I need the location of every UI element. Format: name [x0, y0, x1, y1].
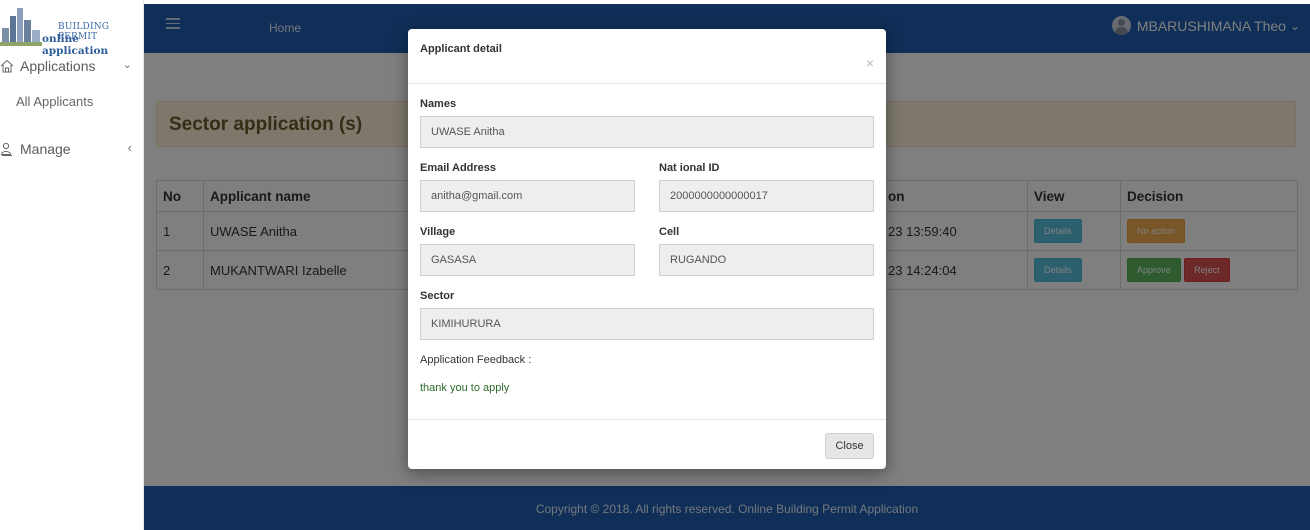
sector-label: Sector — [420, 290, 455, 302]
chevron-down-icon: ⌄ — [122, 59, 132, 71]
feedback-text: thank you to apply — [420, 382, 510, 394]
home-icon — [0, 58, 16, 74]
sector-field[interactable]: KIMIHURURA — [420, 308, 874, 340]
email-field[interactable]: anitha@gmail.com — [420, 180, 635, 212]
buildings-logo-icon — [0, 8, 42, 46]
cell-label: Cell — [659, 226, 680, 238]
national-id-label: Nat ional ID — [659, 162, 720, 174]
names-label: Names — [420, 98, 457, 110]
sidebar-item-applications[interactable]: Applications ⌄ — [0, 54, 144, 78]
close-button[interactable]: Close — [825, 433, 874, 459]
sidebar-subitem-all-applicants[interactable]: All Applicants — [16, 94, 93, 109]
village-field[interactable]: GASASA — [420, 244, 635, 276]
sidebar-item-label: Applications — [20, 58, 96, 74]
close-icon[interactable]: × — [866, 55, 874, 71]
applicant-detail-modal: Applicant detail × Names UWASE Anitha Em… — [408, 29, 886, 469]
modal-footer: Close — [408, 419, 886, 469]
cell-field[interactable]: RUGANDO — [659, 244, 874, 276]
user-search-icon — [0, 141, 16, 157]
app-logo[interactable]: BUILDING PERMIT online application — [0, 4, 144, 57]
chevron-left-icon: ‹ — [127, 140, 132, 155]
email-label: Email Address — [420, 162, 497, 174]
names-field[interactable]: UWASE Anitha — [420, 116, 874, 148]
modal-header: Applicant detail × — [408, 29, 886, 84]
sidebar: BUILDING PERMIT online application Appli… — [0, 0, 144, 530]
sidebar-item-label: Manage — [20, 141, 71, 157]
modal-title: Applicant detail — [420, 43, 502, 55]
sidebar-item-manage[interactable]: Manage ‹ — [0, 137, 144, 161]
village-label: Village — [420, 226, 456, 238]
feedback-label: Application Feedback : — [420, 354, 532, 366]
national-id-field[interactable]: 2000000000000017 — [659, 180, 874, 212]
